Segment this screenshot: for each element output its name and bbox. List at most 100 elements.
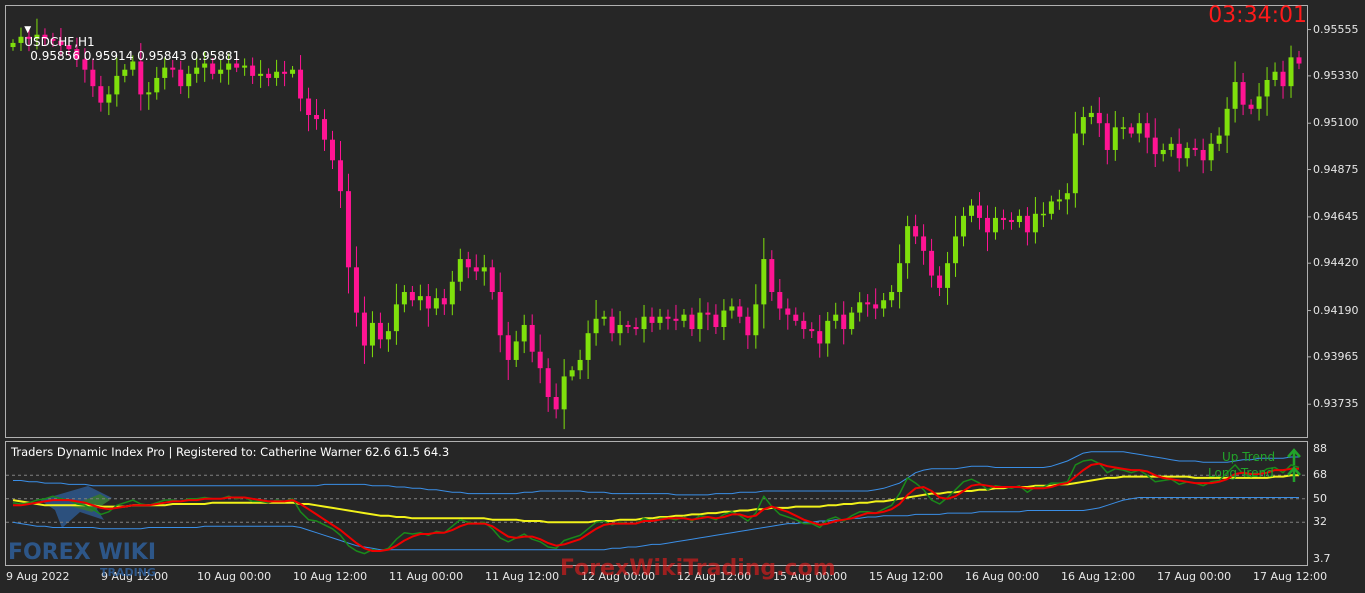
candle (1080, 106, 1086, 146)
candle-body (330, 139, 335, 161)
candle (569, 366, 575, 381)
candle-body (1256, 96, 1262, 109)
candle-body (769, 259, 775, 293)
candle-body (282, 71, 288, 74)
candle-body (393, 304, 399, 332)
candle-body (369, 322, 375, 346)
candle-body (992, 217, 998, 233)
candle-body (465, 259, 471, 268)
trading-chart[interactable]: ▼ USDCHF,H1 0.95856 0.95914 0.95843 0.95… (0, 0, 1365, 593)
dropdown-triangle-icon[interactable]: ▼ (24, 25, 31, 35)
candle (553, 383, 559, 419)
candle (417, 284, 423, 311)
candle (977, 192, 982, 230)
candle (577, 349, 583, 380)
candle (345, 173, 351, 294)
candle-body (505, 335, 511, 360)
indicator-lines (12, 451, 1300, 555)
candle-body (242, 65, 248, 68)
candle (593, 299, 599, 346)
candle (1192, 138, 1198, 157)
candle-body (1184, 147, 1190, 159)
candle (266, 68, 272, 87)
candle-body (1120, 127, 1126, 129)
candle (337, 141, 343, 209)
candle-body (785, 308, 791, 315)
price-tick-label: 0.93965 (1313, 349, 1359, 363)
candle (314, 98, 320, 130)
candle-body (913, 226, 919, 237)
candle-body (1224, 108, 1230, 136)
candle (377, 312, 383, 349)
candle-body (601, 316, 607, 319)
candle-body (1016, 215, 1022, 223)
candle-body (857, 302, 863, 313)
candle (793, 307, 799, 326)
candle-body (481, 267, 487, 272)
candle (146, 82, 152, 110)
candle (1144, 112, 1150, 154)
candle (441, 288, 447, 315)
candle-body (849, 312, 855, 330)
candle (1104, 113, 1110, 165)
candle (401, 285, 407, 313)
candle (409, 285, 415, 307)
candle (713, 304, 719, 334)
candle (657, 308, 663, 330)
candle-body (353, 267, 359, 313)
candle-body (713, 314, 719, 328)
candle-body (705, 312, 711, 315)
candle (697, 298, 703, 342)
candle-body (1144, 123, 1150, 138)
candle-body (801, 320, 807, 330)
time-tick-label: 11 Aug 00:00 (389, 570, 464, 583)
watermark-site: ForexWikiTrading.com (560, 556, 836, 581)
candle-body (1080, 117, 1086, 134)
candle (1032, 197, 1038, 244)
candle (921, 224, 927, 265)
candle-body (314, 114, 320, 120)
candle-body (681, 314, 687, 321)
candle (633, 317, 639, 336)
candle-body (649, 316, 655, 323)
candle-body (841, 314, 847, 330)
candle-body (1064, 193, 1070, 200)
candle-body (969, 205, 975, 216)
candle (1232, 61, 1238, 123)
symbol-label: USDCHF,H1 (24, 35, 95, 49)
candle (817, 314, 823, 358)
candle (769, 250, 775, 301)
candle-body (1296, 57, 1302, 64)
candle-body (937, 275, 943, 288)
candle (809, 322, 815, 338)
candle-body (154, 77, 160, 93)
candle-body (873, 304, 879, 309)
candle (937, 266, 943, 297)
candle-body (745, 316, 751, 336)
time-tick-label: 17 Aug 12:00 (1253, 570, 1328, 583)
candle (322, 109, 328, 151)
candle (1096, 97, 1102, 137)
candle-body (673, 318, 679, 321)
candle (1224, 97, 1230, 154)
price-tick-label: 0.94645 (1313, 209, 1359, 223)
candle (833, 302, 839, 329)
candle (905, 215, 911, 279)
candle-body (337, 160, 343, 192)
candle-body (977, 205, 982, 218)
candle-body (250, 65, 256, 76)
symbol-menu[interactable]: ▼ USDCHF,H1 0.95856 0.95914 0.95843 0.95… (9, 7, 240, 77)
candle (449, 270, 455, 316)
candle (617, 311, 623, 346)
chart-canvas[interactable] (0, 0, 1365, 593)
candle (1264, 67, 1270, 116)
price-tick-label: 0.94190 (1313, 303, 1359, 317)
time-tick-label: 15 Aug 12:00 (869, 570, 944, 583)
candle-body (146, 92, 152, 95)
candle (1088, 105, 1094, 125)
candle (1040, 202, 1046, 228)
candle (537, 334, 543, 384)
candle-body (984, 217, 990, 233)
candle (745, 307, 751, 349)
candle (961, 207, 967, 247)
